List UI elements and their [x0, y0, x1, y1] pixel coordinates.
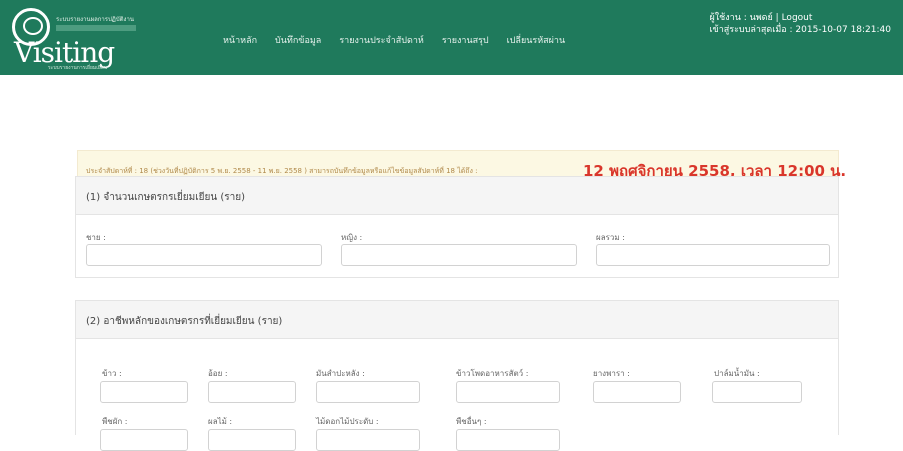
- other-crops-input[interactable]: [456, 429, 560, 451]
- top-navbar: ระบบรายงานผลการปฏิบัติงาน Visiting ระบบร…: [0, 0, 903, 75]
- logout-link[interactable]: Logout: [782, 13, 813, 23]
- label-rice: ข้าว :: [102, 369, 122, 378]
- nav-change-password[interactable]: เปลี่ยนรหัสผ่าน: [498, 33, 574, 47]
- label-fruits: ผลไม้ :: [208, 417, 233, 426]
- nav-home[interactable]: หน้าหลัก: [214, 33, 266, 47]
- farmer-count-panel: (1) จำนวนเกษตรกรเยี่ยมเยียน (ราย) ชาย : …: [75, 176, 839, 278]
- panel-title: (2) อาชีพหลักของเกษตรกรที่เยี่ยมเยียน (ร…: [76, 301, 838, 339]
- site-logo[interactable]: ระบบรายงานผลการปฏิบัติงาน Visiting ระบบร…: [8, 6, 198, 71]
- label-rubber: ยางพารา :: [593, 369, 630, 378]
- label-sugarcane: อ้อย :: [208, 369, 228, 378]
- logo-tagline: ระบบรายงานการเยี่ยมเยียน: [48, 65, 108, 71]
- ornamental-input[interactable]: [316, 429, 420, 451]
- last-login: เข้าสู่ระบบล่าสุดเมื่อ : 2015-10-07 18:2…: [709, 25, 891, 35]
- panel-title: (1) จำนวนเกษตรกรเยี่ยมเยียน (ราย): [76, 177, 838, 215]
- logo-divider: [56, 25, 136, 31]
- label-cassava: มันสำปะหลัง :: [316, 369, 365, 378]
- label-ornamental: ไม้ดอกไม้ประดับ :: [316, 417, 379, 426]
- oil-palm-input[interactable]: [712, 381, 802, 403]
- label-other-crops: พืชอื่นๆ :: [456, 417, 487, 426]
- rubber-input[interactable]: [593, 381, 681, 403]
- female-count-input[interactable]: [341, 244, 577, 266]
- fruits-input[interactable]: [208, 429, 296, 451]
- label-vegetables: พืชผัก :: [102, 417, 128, 426]
- label-male: ชาย :: [86, 233, 106, 242]
- rice-input[interactable]: [100, 381, 188, 403]
- nav-weekly-report[interactable]: รายงานประจำสัปดาห์: [330, 33, 433, 47]
- label-oil-palm: ปาล์มน้ำมัน :: [714, 369, 760, 378]
- logo-subtitle: ระบบรายงานผลการปฏิบัติงาน: [56, 16, 134, 23]
- male-count-input[interactable]: [86, 244, 322, 266]
- label-female: หญิง :: [341, 233, 363, 242]
- label-total: ผลรวม :: [596, 233, 625, 242]
- main-nav: หน้าหลัก บันทึกข้อมูล รายงานประจำสัปดาห์…: [214, 33, 574, 47]
- sugarcane-input[interactable]: [208, 381, 296, 403]
- label-feed-corn: ข้าวโพดอาหารสัตว์ :: [456, 369, 529, 378]
- nav-record-data[interactable]: บันทึกข้อมูล: [266, 33, 330, 47]
- cassava-input[interactable]: [316, 381, 420, 403]
- vegetables-input[interactable]: [100, 429, 188, 451]
- user-name: ผู้ใช้งาน : นพดย์ |: [709, 13, 779, 23]
- feed-corn-input[interactable]: [456, 381, 560, 403]
- total-count-input[interactable]: [596, 244, 830, 266]
- occupation-panel: (2) อาชีพหลักของเกษตรกรที่เยี่ยมเยียน (ร…: [75, 300, 839, 451]
- user-info: ผู้ใช้งาน : นพดย์ | Logout เข้าสู่ระบบล่…: [709, 12, 891, 36]
- nav-summary-report[interactable]: รายงานสรุป: [433, 33, 498, 47]
